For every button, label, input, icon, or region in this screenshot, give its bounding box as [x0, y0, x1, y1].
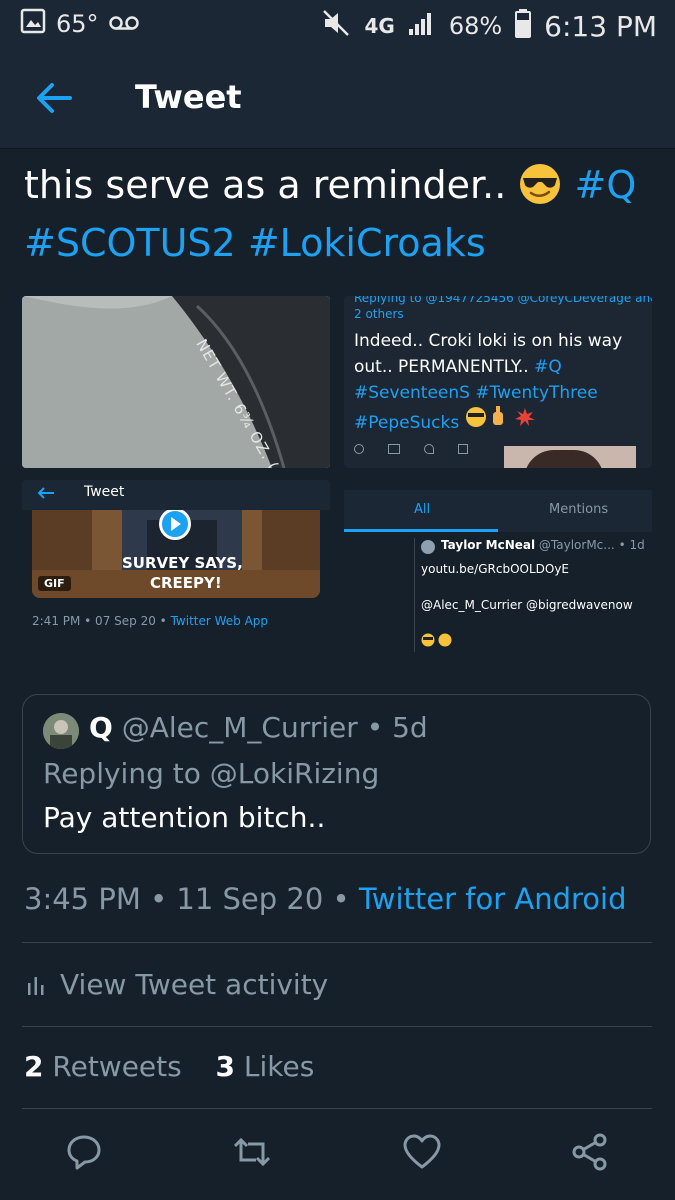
bar-chart-icon [28, 976, 44, 995]
reply-header: Replying to @1947725456 @CoreyCDeverage … [354, 296, 652, 305]
app-header: Tweet [0, 48, 675, 149]
activity-label: View Tweet activity [60, 968, 329, 1001]
mini-name: Taylor McNeal [441, 538, 536, 552]
battery-level: 68% [448, 12, 503, 40]
reply-emojis-icon [465, 406, 537, 433]
reply-button[interactable] [64, 1132, 104, 1172]
divider [22, 942, 652, 943]
retweets-count: 2 [24, 1050, 44, 1083]
mini-mentions: @Alec_M_Currier @bigredwavenow [421, 598, 633, 612]
tweet-body: this serve as a reminder.. #Q #SCOTUS2 #… [24, 156, 654, 272]
reply-tag-seventeens: #SeventeenS [354, 383, 470, 403]
gif-caption-1: SURVEY SAYS, [122, 554, 243, 572]
likes-label: Likes [243, 1050, 315, 1083]
gallery-icon [20, 8, 46, 40]
mini-tabs: All Mentions [344, 490, 652, 532]
sunglasses-emoji-icon [518, 162, 562, 206]
voicemail-icon [108, 10, 139, 38]
play-button[interactable] [159, 510, 191, 540]
mini-notification: Taylor McNeal @TaylorMc... • 1d youtu.be… [414, 538, 645, 652]
heart-icon [403, 1134, 441, 1169]
back-button[interactable] [32, 78, 76, 118]
network-type: 4G [364, 14, 395, 38]
quote-header: Q @Alec_M_Currier • 5d [89, 711, 428, 744]
avatar[interactable] [43, 713, 79, 749]
mini-notif-header: Taylor McNeal @TaylorMc... • 1d [441, 538, 645, 552]
quote-author-handle: @Alec_M_Currier [121, 711, 358, 744]
retweet-icon [233, 1137, 271, 1167]
view-tweet-activity-button[interactable]: View Tweet activity [26, 968, 328, 1001]
mini-avatar [421, 540, 435, 554]
quote-body: Pay attention bitch.. [43, 801, 326, 834]
meta-separator-1: • [150, 882, 168, 916]
tweet-stats: 2 Retweets 3 Likes [24, 1050, 314, 1083]
retweets-link[interactable]: 2 Retweets [24, 1050, 191, 1083]
chip-bag-image [22, 296, 330, 468]
tab-mentions: Mentions [549, 502, 609, 517]
arrow-left-icon [37, 83, 72, 113]
page-title: Tweet [135, 78, 242, 116]
quote-age: • 5d [366, 711, 428, 744]
retweet-button[interactable] [232, 1132, 272, 1172]
tweet-meta: 3:45 PM • 11 Sep 20 • Twitter for Androi… [24, 882, 627, 916]
tweet-actions [0, 1132, 675, 1180]
media-photo-2[interactable]: Replying to @1947725456 @CoreyCDeverage … [344, 296, 652, 468]
battery-icon [514, 8, 532, 44]
reply-thumbnail [504, 446, 636, 468]
reply-icon [67, 1135, 101, 1170]
mini-title: Tweet [84, 484, 125, 500]
temperature: 65° [56, 10, 99, 38]
tweet-time: 3:45 PM [24, 882, 141, 916]
signal-icon [407, 9, 437, 43]
hashtag-lokicroaks[interactable]: #LokiCroaks [248, 221, 486, 265]
reply-body: Indeed.. Croki loki is on his way out.. … [354, 331, 623, 377]
meta-separator-2: • [332, 882, 350, 916]
status-bar: 65° 4G 68% 6:13 PM [0, 0, 675, 48]
media-photo-1[interactable]: NET WT. 6¾ OZ. (191.3 [22, 296, 330, 468]
mini-header: Tweet [22, 480, 330, 510]
tab-indicator [344, 529, 498, 532]
gif-caption-2: CREEPY! [150, 574, 222, 592]
hashtag-scotus2[interactable]: #SCOTUS2 [24, 221, 236, 265]
mini-emoji-icon [421, 632, 455, 651]
play-icon [171, 517, 181, 531]
quote-author-name: Q [89, 711, 113, 744]
reply-tag-pepesucks: #PepeSucks [354, 413, 460, 433]
clock: 6:13 PM [544, 9, 657, 43]
tweet-date: 11 Sep 20 [176, 882, 324, 916]
divider [22, 1026, 652, 1027]
hashtag-q[interactable]: #Q [575, 163, 637, 207]
tweet-text: this serve as a reminder.. [24, 163, 507, 207]
mini-meta: 2:41 PM • 07 Sep 20 • Twitter Web App [32, 614, 268, 628]
reply-actions-bar [354, 444, 494, 458]
like-button[interactable] [402, 1132, 442, 1172]
likes-count: 3 [215, 1050, 236, 1083]
likes-link[interactable]: 3 Likes [216, 1050, 315, 1083]
mini-back-icon [37, 487, 54, 499]
retweets-label: Retweets [52, 1050, 182, 1083]
share-button[interactable] [570, 1132, 610, 1172]
reply-others: 2 others [354, 307, 404, 321]
quoted-tweet[interactable]: Q @Alec_M_Currier • 5d Replying to @Loki… [22, 694, 651, 854]
share-icon [572, 1133, 607, 1171]
media-grid: NET WT. 6¾ OZ. (191.3 Replying to @19477… [22, 296, 652, 656]
reply-body-block: Indeed.. Croki loki is on his way out.. … [354, 328, 644, 436]
media-photo-4[interactable]: All Mentions Taylor McNeal @TaylorMc... … [344, 480, 652, 652]
mute-icon [322, 9, 352, 43]
mini-meta-time: 2:41 PM • 07 Sep 20 • [32, 614, 167, 628]
mini-age: • 1d [618, 538, 645, 552]
mini-meta-app: Twitter Web App [170, 614, 269, 628]
tweet-source-app[interactable]: Twitter for Android [359, 882, 627, 916]
gif-badge: GIF [38, 576, 71, 591]
media-photo-3[interactable]: Tweet SURVEY SAYS, CREEPY! GIF 2:41 PM •… [22, 480, 330, 652]
tab-all: All [414, 502, 431, 517]
gif-frame: SURVEY SAYS, CREEPY! GIF [32, 510, 320, 598]
reply-tag-twentythree: #TwentyThree [475, 383, 598, 403]
reply-tag-q: #Q [534, 357, 562, 377]
divider [22, 1108, 652, 1109]
mini-handle: @TaylorMc... [538, 538, 615, 552]
quote-replying-to: Replying to @LokiRizing [43, 757, 380, 790]
mini-link: youtu.be/GRcbOOLDOyE [421, 562, 570, 576]
